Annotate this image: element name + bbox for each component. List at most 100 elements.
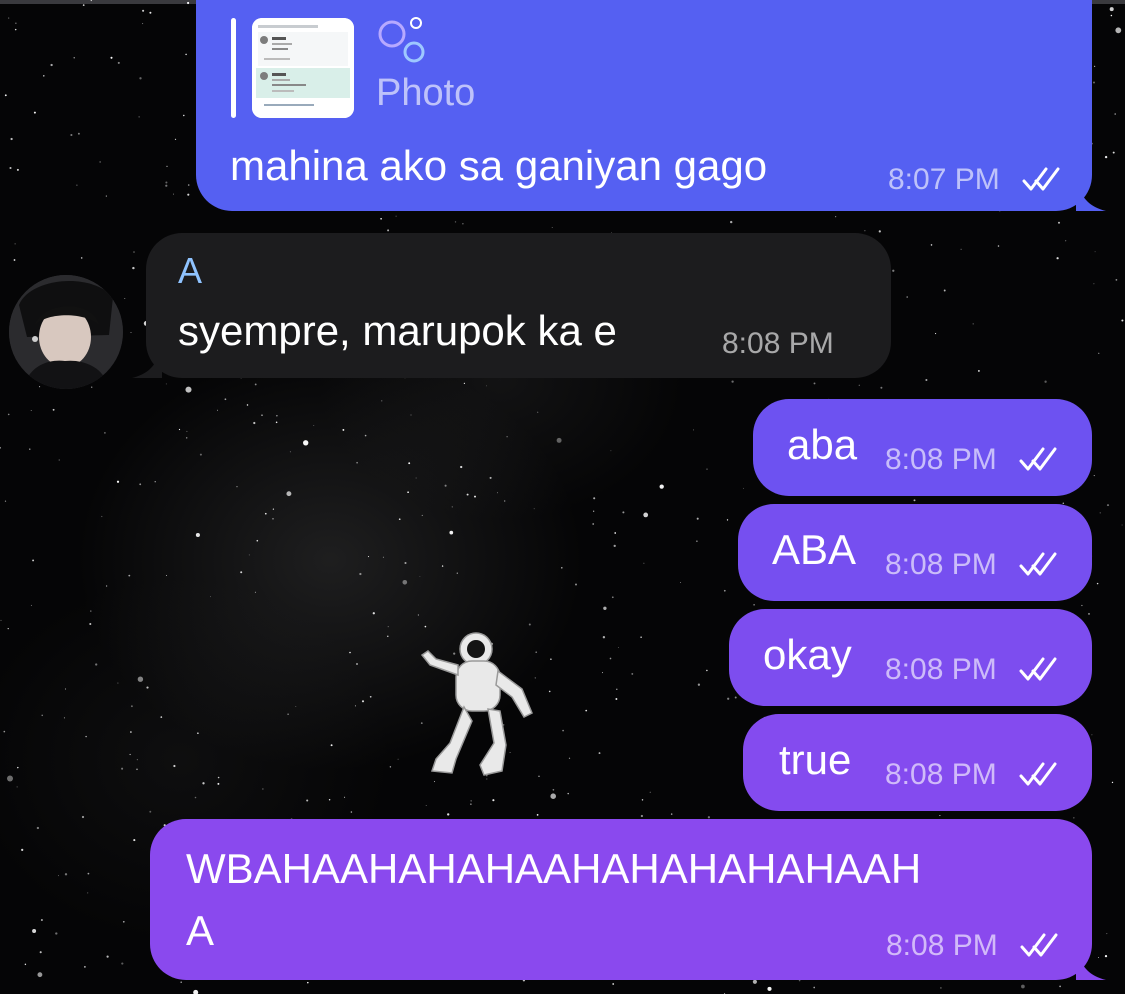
star xyxy=(178,428,181,431)
star xyxy=(410,414,412,416)
star xyxy=(977,369,980,372)
star xyxy=(0,446,1,449)
star xyxy=(87,872,90,875)
star xyxy=(550,793,556,799)
star xyxy=(835,216,837,218)
star xyxy=(1114,113,1116,115)
star xyxy=(444,484,447,487)
star xyxy=(696,540,698,542)
star xyxy=(21,848,24,852)
star xyxy=(39,386,41,388)
outgoing-message[interactable]: WBAHAAHAHAHAAHAHAHAHAHAAH A 8:08 PM xyxy=(150,819,1106,980)
bubble-tail xyxy=(1076,181,1106,211)
star xyxy=(136,759,138,761)
star xyxy=(407,491,409,494)
star xyxy=(364,434,367,437)
star xyxy=(202,782,205,785)
star xyxy=(246,404,249,406)
star xyxy=(129,753,131,756)
star xyxy=(199,453,202,456)
star xyxy=(1115,279,1118,281)
outgoing-message[interactable]: okay 8:08 PM xyxy=(729,609,1092,706)
star xyxy=(356,663,358,665)
star xyxy=(1109,7,1114,12)
star xyxy=(631,672,634,675)
star xyxy=(649,791,651,793)
star xyxy=(892,269,895,272)
message-text-line-1: WBAHAAHAHAHAAHAHAHAHAHAAH xyxy=(186,845,922,892)
message-time: 8:08 PM xyxy=(886,929,998,962)
star xyxy=(614,532,617,534)
star xyxy=(262,788,264,790)
star xyxy=(33,111,36,114)
star xyxy=(254,383,257,386)
star xyxy=(85,735,87,738)
star xyxy=(1112,151,1115,154)
message-time: 8:08 PM xyxy=(885,653,997,686)
incoming-message[interactable]: A syempre, marupok ka e 8:08 PM xyxy=(132,233,891,378)
reply-quote-bar xyxy=(231,18,236,118)
star xyxy=(15,22,17,24)
star xyxy=(264,512,267,515)
message-text: aba xyxy=(787,421,858,468)
star xyxy=(37,972,43,978)
star xyxy=(1096,582,1099,585)
star xyxy=(659,484,664,489)
star xyxy=(466,493,469,496)
star xyxy=(598,752,601,755)
star xyxy=(313,425,315,426)
star xyxy=(536,814,539,816)
star xyxy=(217,409,218,411)
star xyxy=(110,56,113,59)
star xyxy=(1088,613,1090,615)
star xyxy=(913,499,916,502)
star xyxy=(142,9,145,12)
star xyxy=(382,556,384,558)
star xyxy=(960,248,962,250)
sender-name[interactable]: A xyxy=(178,247,202,295)
star xyxy=(610,450,612,452)
outgoing-message[interactable]: true 8:08 PM xyxy=(743,714,1092,811)
star xyxy=(105,585,108,587)
star xyxy=(187,193,190,196)
outgoing-message[interactable]: aba 8:08 PM xyxy=(753,399,1092,496)
star xyxy=(139,77,142,80)
star xyxy=(166,165,168,168)
star xyxy=(186,430,188,432)
star xyxy=(706,669,708,672)
star xyxy=(562,729,564,732)
star xyxy=(361,700,365,703)
star xyxy=(81,815,85,819)
star xyxy=(813,382,816,385)
avatar[interactable] xyxy=(9,275,123,389)
star xyxy=(80,257,83,259)
star xyxy=(289,451,291,453)
star xyxy=(734,696,737,699)
star xyxy=(4,94,7,97)
star xyxy=(306,799,309,802)
star xyxy=(166,575,168,577)
bubble-tail xyxy=(1076,950,1106,980)
star xyxy=(185,437,188,439)
star xyxy=(753,603,755,606)
star xyxy=(52,408,55,411)
star xyxy=(643,562,645,564)
star xyxy=(387,626,389,628)
star xyxy=(272,508,275,510)
outgoing-message[interactable]: ABA 8:08 PM xyxy=(738,504,1092,601)
outgoing-message-with-reply[interactable]: Photo mahina ako sa ganiyan gago 8:07 PM xyxy=(196,0,1106,211)
star xyxy=(419,575,421,577)
star xyxy=(696,517,699,520)
reply-photo-thumbnail[interactable] xyxy=(252,18,354,118)
star xyxy=(395,215,397,217)
star xyxy=(380,218,382,220)
star xyxy=(122,920,125,923)
message-time: 8:07 PM xyxy=(888,163,1000,196)
star xyxy=(6,775,14,782)
star xyxy=(41,714,43,717)
star xyxy=(350,811,353,813)
star xyxy=(124,297,126,299)
star xyxy=(43,75,45,77)
star xyxy=(16,786,18,788)
star xyxy=(137,676,144,682)
